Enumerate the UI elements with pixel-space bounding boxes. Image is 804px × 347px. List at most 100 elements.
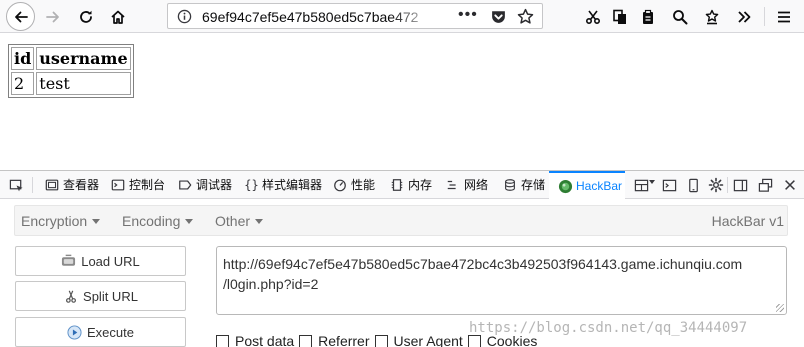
url-text[interactable]: 69ef94c7ef5e47b580ed5c7bae472 [202,9,437,25]
hackbar-menubar: Encryption Encoding Other HackBar v1 [14,205,788,236]
menu-label: Encoding [122,213,181,229]
pocket-icon[interactable] [490,8,507,28]
separate-window-button[interactable] [756,176,774,194]
bookmarks-button[interactable] [698,3,725,30]
tab-hackbar[interactable]: HackBar [549,171,625,199]
browser-toolbar: 69ef94c7ef5e47b580ed5c7bae472 ••• [0,0,804,33]
resize-grip-icon[interactable] [776,304,784,312]
post-data-checkbox[interactable]: Post data [216,333,294,347]
caret-down-icon [185,219,194,224]
tab-memory[interactable]: 内存 [389,171,432,198]
close-icon [785,180,795,190]
copy-icon [612,9,626,24]
devtools-panel: 查看器 控制台 调试器 {} 样式编辑器 性能 内存 网络 存储 HackBar… [0,170,804,347]
frame-picker-button[interactable] [632,176,650,194]
element-picker-button[interactable] [7,176,25,194]
copy-button[interactable] [606,3,633,30]
checkbox-icon [299,334,313,347]
window-icon [758,178,772,192]
tab-label: HackBar [576,179,623,193]
console-icon [110,177,126,193]
checkbox-icon [374,334,388,347]
option-label: Referrer [318,333,370,347]
url-line: http://69ef94c7ef5e47b580ed5c7bae472bc4c… [223,256,743,272]
dock-side-button[interactable] [731,176,749,194]
encoding-menu[interactable]: Encoding [122,213,194,229]
tab-label: 控制台 [129,178,166,192]
address-bar[interactable]: 69ef94c7ef5e47b580ed5c7bae472 ••• [167,3,543,29]
execute-button[interactable]: Execute [15,317,186,347]
checkbox-icon [467,334,481,347]
home-button[interactable] [104,3,131,30]
tab-debugger[interactable]: 调试器 [177,171,235,198]
search-button[interactable] [666,3,693,30]
tab-label: 内存 [408,178,433,192]
option-label: User Agent [393,333,463,347]
app-menu-button[interactable] [770,3,797,30]
page-actions-overflow-icon[interactable]: ••• [458,6,478,24]
network-icon [445,177,461,193]
tab-performance[interactable]: 性能 [332,171,378,198]
responsive-icon [688,178,698,192]
cut-button[interactable] [579,3,606,30]
tab-label: 网络 [464,178,489,192]
performance-icon [332,177,348,193]
info-icon[interactable] [177,9,192,27]
forward-button[interactable] [39,3,66,30]
split-url-button[interactable]: Split URL [15,281,186,311]
debugger-icon [177,177,193,193]
style-editor-icon: {} [244,177,259,192]
memory-icon [389,177,405,193]
table-header-row: id username [11,47,131,70]
inspector-icon [44,177,60,193]
frame-icon [634,179,648,191]
overflow-menu-button[interactable] [730,3,757,30]
load-url-button[interactable]: Load URL [15,246,186,276]
arrow-right-icon [45,11,59,22]
encryption-menu[interactable]: Encryption [21,213,101,229]
tab-console[interactable]: 控制台 [110,171,166,198]
back-button[interactable] [6,2,35,31]
referrer-checkbox[interactable]: Referrer [299,333,370,347]
tab-inspector[interactable]: 查看器 [44,171,99,198]
split-console-button[interactable] [660,176,678,194]
hackbar-icon [557,178,573,194]
chevron-down-icon [649,180,655,184]
star-icon[interactable] [517,8,534,28]
tab-label: 查看器 [63,178,100,192]
menu-label: Encryption [21,213,88,229]
pick-element-icon [9,179,23,191]
tab-label: 调试器 [196,178,233,192]
caret-down-icon [92,219,101,224]
tab-style-editor[interactable]: {} 样式编辑器 [244,171,322,198]
storage-icon [502,177,518,193]
button-label: Execute [87,324,134,340]
other-menu[interactable]: Other [215,213,264,229]
button-label: Split URL [83,288,138,304]
user-agent-checkbox[interactable]: User Agent [374,333,463,347]
responsive-design-button[interactable] [684,176,702,194]
caret-down-icon [255,219,264,224]
settings-button[interactable] [707,176,725,194]
double-chevron-right-icon [737,10,750,23]
column-header: username [36,47,131,70]
tab-network[interactable]: 网络 [445,171,491,198]
table-cell: test [36,72,131,95]
paste-button[interactable] [634,3,661,30]
tab-label: 存储 [521,178,546,192]
close-devtools-button[interactable] [781,176,799,194]
tab-label: 样式编辑器 [261,178,322,192]
gear-icon [708,177,724,193]
scissors-icon [585,10,600,24]
hackbar-version: HackBar v1 [711,213,784,229]
star-list-icon [705,9,718,24]
tab-storage[interactable]: 存储 [502,171,548,198]
clipboard-icon [642,9,653,24]
checkbox-icon [216,334,229,347]
url-textarea[interactable]: http://69ef94c7ef5e47b580ed5c7bae472bc4c… [216,246,787,315]
tab-label: 性能 [351,178,376,192]
scissors-icon [63,289,78,304]
reload-button[interactable] [72,3,99,30]
result-table: id username 2 test [8,44,134,98]
play-icon [67,324,82,340]
